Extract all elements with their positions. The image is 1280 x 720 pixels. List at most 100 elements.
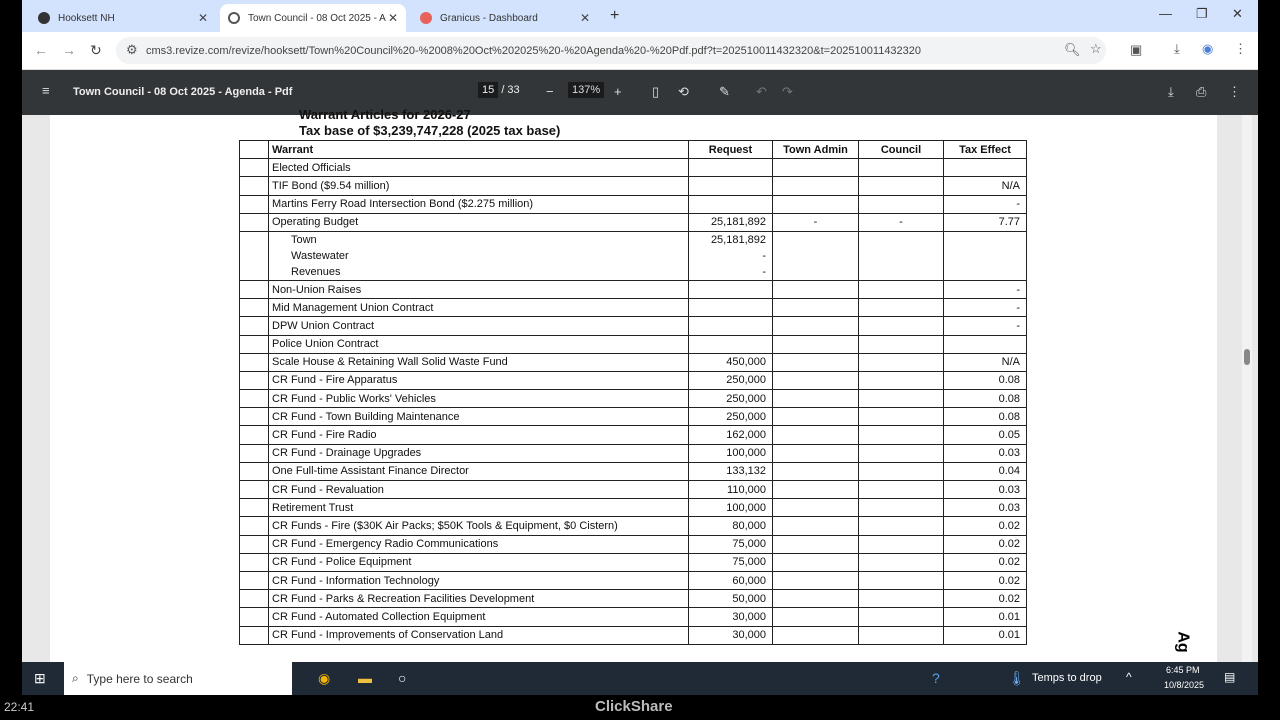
close-window-button[interactable]: ✕: [1232, 6, 1243, 22]
tab-hooksett[interactable]: Hooksett NH ✕: [30, 4, 216, 32]
request-cell: 250,000: [688, 370, 773, 391]
back-button[interactable]: ←: [34, 42, 48, 58]
council-cell: [858, 176, 944, 196]
town-admin-cell: [772, 279, 859, 300]
request-cell: 100,000: [688, 443, 773, 463]
more-icon[interactable]: ⋮: [1228, 84, 1241, 100]
town-admin-cell: [772, 158, 859, 178]
warrant-cell: Scale House & Retaining Wall Solid Waste…: [268, 352, 689, 372]
close-icon[interactable]: ✕: [580, 11, 590, 25]
table-row: CR Fund - Automated Collection Equipment…: [239, 607, 1027, 627]
col-request: Request: [688, 139, 773, 160]
page-number-input[interactable]: 15: [478, 82, 499, 98]
zoom-input[interactable]: 137%: [568, 82, 605, 98]
scrollbar-thumb[interactable]: [1244, 349, 1250, 365]
pdf-page: Warrant Articles for 2026-27 Tax base of…: [50, 107, 1217, 662]
taskbar-search[interactable]: ⌕ Type here to search: [64, 662, 292, 695]
request-cell: [688, 176, 773, 196]
new-tab-button[interactable]: +: [610, 7, 619, 25]
fit-page-icon[interactable]: ▯: [652, 84, 659, 100]
clickshare-logo: ClickShare: [595, 698, 673, 715]
council-cell: [858, 279, 944, 300]
tax-effect-cell: 0.02: [943, 516, 1027, 536]
menu-icon[interactable]: ⋮: [1234, 41, 1247, 57]
site-info-icon[interactable]: ⚙: [126, 42, 138, 58]
request-cell: [688, 316, 773, 336]
request-cell: 60,000: [688, 570, 773, 591]
warrant-cell: CR Fund - Town Building Maintenance: [268, 407, 689, 427]
close-icon[interactable]: ✕: [198, 11, 208, 25]
tax-effect-cell: 0.01: [943, 625, 1027, 645]
zoom-out-button[interactable]: −: [546, 84, 554, 99]
town-admin-cell: [772, 552, 859, 572]
maximize-button[interactable]: ❐: [1196, 6, 1208, 22]
tray-chevron-icon[interactable]: ^: [1126, 670, 1132, 684]
town-admin-cell: [772, 443, 859, 463]
col-tax-effect: Tax Effect: [943, 139, 1027, 160]
tax-effect-cell: 0.08: [943, 407, 1027, 427]
windows-start-icon[interactable]: ⊞: [34, 670, 46, 687]
undo-icon[interactable]: ↶: [756, 84, 767, 100]
council-cell: [858, 534, 944, 554]
tax-effect-cell: 0.03: [943, 498, 1027, 518]
clock-date[interactable]: 10/8/2025: [1164, 680, 1204, 690]
warrant-cell: Mid Management Union Contract: [268, 298, 689, 318]
file-explorer-icon[interactable]: ▬: [358, 670, 372, 686]
council-cell: [858, 461, 944, 482]
zoom-in-button[interactable]: +: [614, 84, 622, 99]
forward-button[interactable]: →: [62, 42, 76, 58]
warrant-table: Warrant Request Town Admin Council Tax E…: [239, 139, 1027, 645]
table-row: CR Fund - Drainage Upgrades 100,000 0.03: [239, 443, 1027, 463]
redo-icon[interactable]: ↷: [782, 84, 793, 100]
print-icon[interactable]: ⎙: [1196, 84, 1206, 100]
town-admin-cell: [772, 589, 859, 609]
help-icon[interactable]: ?: [932, 670, 940, 686]
notification-icon[interactable]: ▤: [1224, 670, 1235, 684]
chrome-icon[interactable]: ◉: [318, 670, 330, 687]
bookmark-star-icon[interactable]: ☆: [1090, 41, 1102, 57]
request-cell: 250,000: [688, 407, 773, 427]
clock-time[interactable]: 6:45 PM: [1166, 665, 1200, 675]
tab-town-council[interactable]: Town Council - 08 Oct 2025 - A ✕: [220, 4, 406, 32]
screen: Hooksett NH ✕ Town Council - 08 Oct 2025 …: [22, 0, 1258, 695]
warrant-cell: CR Fund - Emergency Radio Communications: [268, 534, 689, 554]
tax-effect-cell: 0.02: [943, 534, 1027, 554]
table-row: Non-Union Raises -: [239, 279, 1027, 300]
tax-effect-cell: -: [943, 279, 1027, 300]
annotate-icon[interactable]: ✎: [719, 84, 730, 100]
scrollbar[interactable]: [1242, 115, 1252, 662]
pdf-title: Town Council - 08 Oct 2025 - Agenda - Pd…: [73, 86, 293, 98]
url-input[interactable]: cms3.revize.com/revize/hooksett/Town%20C…: [116, 37, 1106, 64]
cortana-icon[interactable]: ○: [398, 670, 406, 686]
council-cell: [858, 194, 944, 214]
request-cell: 162,000: [688, 425, 773, 445]
tax-effect-cell: 0.05: [943, 425, 1027, 445]
profile-icon[interactable]: ◉: [1202, 41, 1213, 57]
download-icon[interactable]: ⤓: [1174, 41, 1180, 57]
warrant-cell: CR Fund - Information Technology: [268, 570, 689, 591]
reload-button[interactable]: ↻: [90, 42, 102, 59]
request-cell: 30,000: [688, 607, 773, 627]
tab-granicus[interactable]: Granicus - Dashboard ✕: [412, 4, 598, 32]
request-cell: 75,000: [688, 552, 773, 572]
rotate-icon[interactable]: ⟲: [678, 84, 689, 100]
council-cell: [858, 334, 944, 354]
table-row: CR Fund - Emergency Radio Communications…: [239, 534, 1027, 554]
table-row: CR Fund - Fire Apparatus 250,000 0.08: [239, 370, 1027, 391]
table-row: CR Fund - Improvements of Conservation L…: [239, 625, 1027, 645]
request-cell: 75,000: [688, 534, 773, 554]
hamburger-icon[interactable]: ≡: [42, 83, 50, 98]
table-row: CR Fund - Police Equipment 75,000 0.02: [239, 552, 1027, 572]
zoom-icon[interactable]: 🔍︎: [1064, 42, 1081, 58]
close-icon[interactable]: ✕: [388, 11, 398, 25]
request-cell: 80,000: [688, 516, 773, 536]
table-row: One Full-time Assistant Finance Director…: [239, 461, 1027, 482]
minimize-button[interactable]: —: [1159, 6, 1172, 21]
download-icon[interactable]: ⤓: [1168, 84, 1174, 100]
warrant-cell: Martins Ferry Road Intersection Bond ($2…: [268, 194, 689, 214]
warrant-cell: CR Funds - Fire ($30K Air Packs; $50K To…: [268, 516, 689, 536]
warrant-cell: CR Fund - Fire Apparatus: [268, 370, 689, 391]
table-row: CR Fund - Public Works' Vehicles 250,000 0…: [239, 389, 1027, 409]
lens-icon[interactable]: ▣: [1130, 42, 1142, 58]
weather-text[interactable]: Temps to drop: [1032, 672, 1102, 684]
